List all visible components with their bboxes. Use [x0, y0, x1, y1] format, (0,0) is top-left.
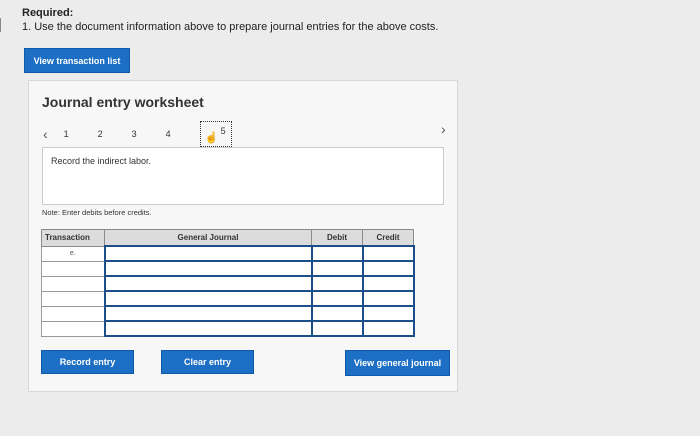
transaction-cell	[41, 320, 105, 337]
required-section: Required: 1. Use the document informatio…	[22, 6, 438, 34]
chevron-left-icon[interactable]: ‹	[43, 126, 48, 142]
left-margin-bar	[0, 18, 4, 32]
transaction-cell	[41, 275, 105, 292]
page-3[interactable]: 3	[132, 129, 166, 139]
debit-input[interactable]	[310, 245, 364, 262]
general-journal-input[interactable]	[103, 290, 313, 307]
worksheet-pager: ‹ 1 2 3 4 ☝ 5	[43, 121, 232, 147]
transaction-cell	[41, 290, 105, 307]
view-transaction-list-button[interactable]: View transaction list	[24, 48, 130, 73]
journal-table: Transaction General Journal Debit Credit…	[41, 229, 415, 337]
transaction-cell	[41, 260, 105, 277]
credit-input[interactable]	[361, 320, 415, 337]
credit-input[interactable]	[361, 260, 415, 277]
required-item-1: 1. Use the document information above to…	[22, 21, 439, 33]
clear-entry-button[interactable]: Clear entry	[161, 350, 254, 374]
page-5-active[interactable]: ☝ 5	[199, 121, 232, 147]
transaction-cell: e.	[41, 245, 105, 262]
debit-input[interactable]	[310, 290, 364, 307]
instruction-text: Record the indirect labor.	[51, 156, 152, 166]
debit-input[interactable]	[310, 320, 364, 337]
credit-input[interactable]	[361, 305, 415, 322]
hand-cursor-icon: ☝	[204, 132, 219, 144]
table-row	[41, 305, 415, 322]
worksheet-title: Journal entry worksheet	[42, 94, 204, 110]
view-general-journal-button[interactable]: View general journal	[345, 350, 450, 376]
general-journal-input[interactable]	[103, 260, 313, 277]
table-row	[41, 275, 415, 292]
chevron-right-icon[interactable]: ›	[441, 121, 446, 137]
general-journal-input[interactable]	[103, 245, 313, 262]
debit-input[interactable]	[310, 275, 364, 292]
header-general-journal: General Journal	[104, 229, 312, 247]
header-credit: Credit	[362, 229, 414, 247]
general-journal-input[interactable]	[103, 275, 313, 292]
debit-input[interactable]	[310, 260, 364, 277]
record-entry-button[interactable]: Record entry	[41, 350, 134, 374]
page-1[interactable]: 1	[64, 129, 98, 139]
header-debit: Debit	[311, 229, 363, 247]
credit-input[interactable]	[361, 290, 415, 307]
table-row	[41, 320, 415, 337]
transaction-cell	[41, 305, 105, 322]
table-row	[41, 290, 415, 307]
table-row	[41, 260, 415, 277]
instruction-box: Record the indirect labor.	[42, 147, 444, 205]
credit-input[interactable]	[361, 245, 415, 262]
table-row: e.	[41, 245, 415, 262]
note-text: Note: Enter debits before credits.	[42, 208, 152, 217]
debit-input[interactable]	[310, 305, 364, 322]
general-journal-input[interactable]	[103, 320, 313, 337]
credit-input[interactable]	[361, 275, 415, 292]
general-journal-input[interactable]	[103, 305, 313, 322]
page-5-label: 5	[220, 126, 226, 136]
page-2[interactable]: 2	[98, 129, 132, 139]
page-4[interactable]: 4	[166, 129, 200, 139]
header-transaction: Transaction	[41, 229, 105, 247]
required-heading: Required:	[22, 7, 74, 19]
